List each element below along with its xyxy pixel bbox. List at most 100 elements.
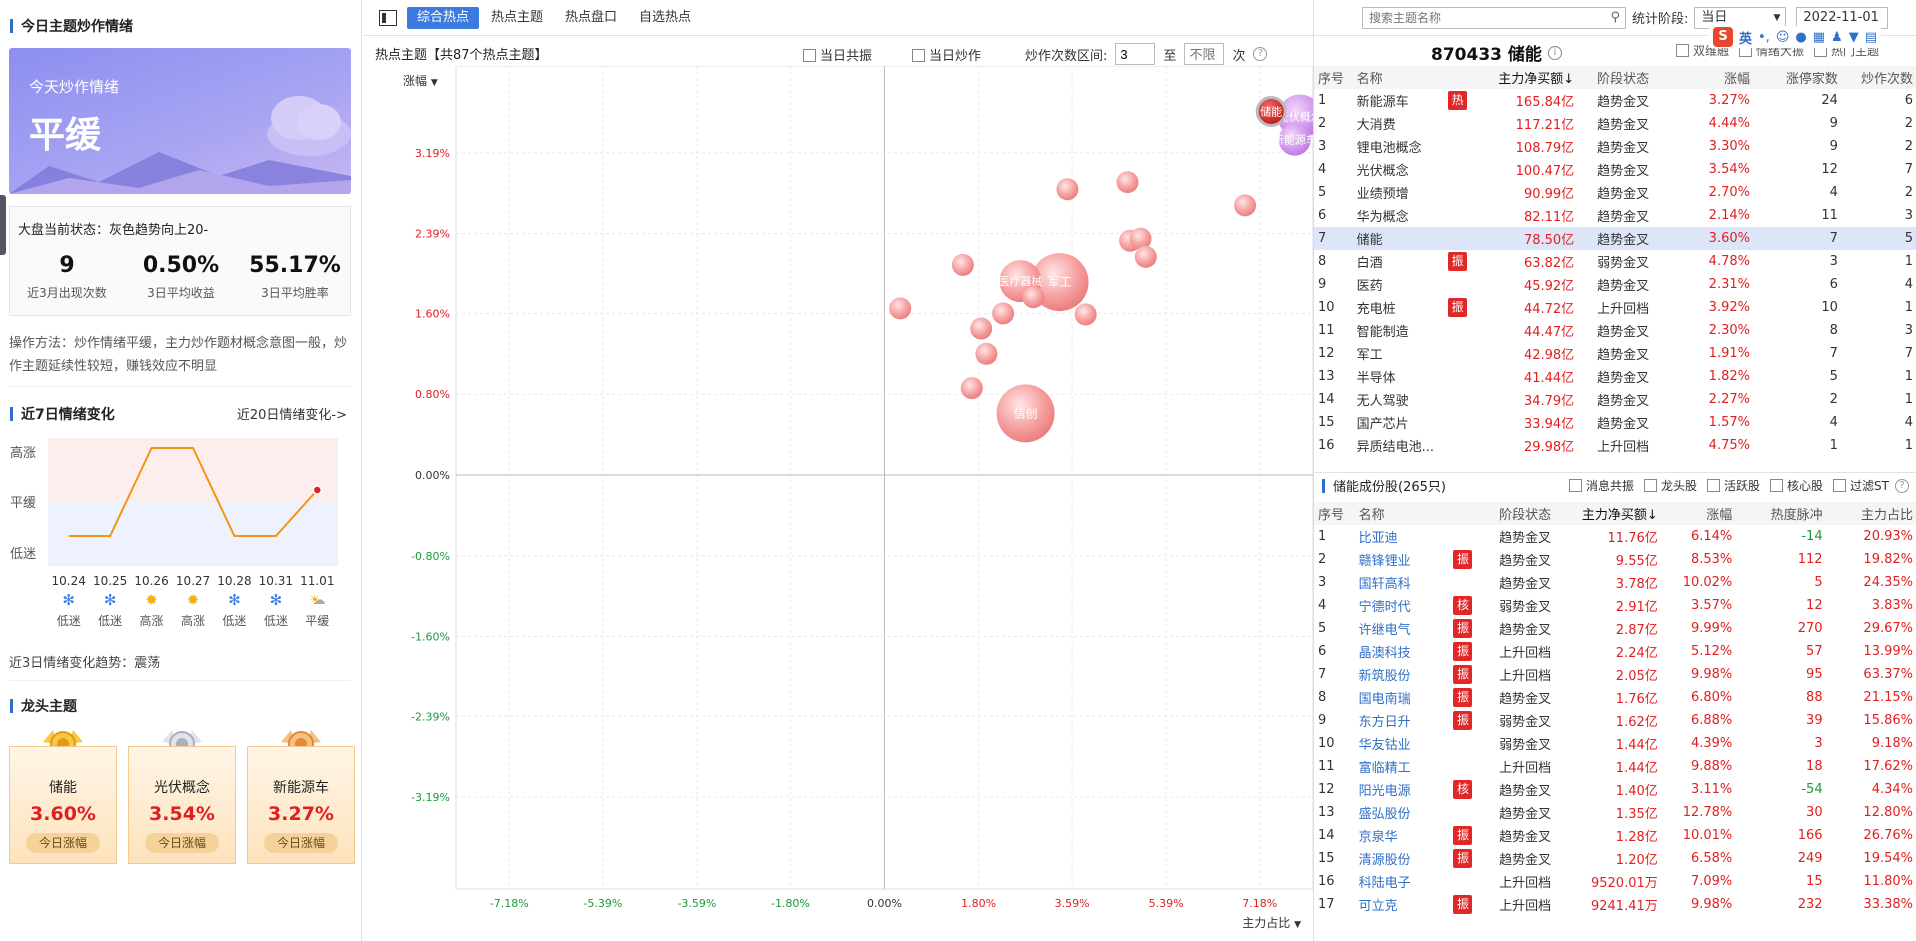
row-name[interactable]: 充电桩: [1353, 296, 1445, 319]
row-name[interactable]: 储能: [1353, 227, 1445, 250]
row-stock-name[interactable]: 许继电气: [1355, 617, 1450, 640]
hype-checkbox[interactable]: [912, 48, 926, 62]
col-limit-up[interactable]: 涨停家数: [1754, 66, 1842, 89]
bubble-circle[interactable]: [960, 377, 983, 400]
row-name[interactable]: 锂电池概念: [1353, 135, 1445, 158]
row-stock-name[interactable]: 国轩高科: [1355, 571, 1450, 594]
table-row[interactable]: 8 白酒振 63.82亿 弱势金叉 4.78% 3 1: [1314, 250, 1916, 273]
help-icon[interactable]: ?: [1253, 47, 1268, 61]
search-box[interactable]: ⚲: [1362, 6, 1626, 29]
row-name[interactable]: 业绩预增: [1353, 181, 1445, 204]
col-pct[interactable]: 涨幅: [1662, 502, 1737, 525]
table-row[interactable]: 10 华友钴业 弱势金叉 1.44亿 4.39% 3 9.18%: [1314, 732, 1916, 755]
leader-pct-button[interactable]: 今日涨幅: [264, 833, 338, 853]
bubble-circle[interactable]: [951, 253, 974, 276]
info-icon[interactable]: i: [1547, 45, 1562, 60]
bubble-信创[interactable]: 信创: [996, 384, 1055, 443]
row-stock-name[interactable]: 赣锋锂业: [1355, 548, 1450, 571]
ime-lang-icon[interactable]: 英: [1739, 28, 1752, 47]
stock-filter-checkbox[interactable]: [1644, 479, 1657, 492]
row-name[interactable]: 国产芯片: [1353, 411, 1445, 434]
bubble-topic[interactable]: [975, 342, 998, 365]
table-row[interactable]: 2 赣锋锂业振 趋势金叉 9.55亿 8.53% 112 19.82%: [1314, 548, 1916, 571]
row-stock-name[interactable]: 国电南瑞: [1355, 686, 1450, 709]
table-row[interactable]: 14 京泉华振 趋势金叉 1.28亿 10.01% 166 26.76%: [1314, 824, 1916, 847]
tab-0[interactable]: 综合热点: [407, 6, 480, 29]
table-row[interactable]: 11 富临精工 上升回档 1.44亿 9.88% 18 17.62%: [1314, 755, 1916, 778]
stock-filter-checkbox[interactable]: [1707, 479, 1721, 492]
side-drawer-handle[interactable]: [0, 195, 6, 255]
row-name[interactable]: 智能制造: [1353, 319, 1445, 342]
stock-filter-3[interactable]: 核心股: [1770, 477, 1823, 494]
row-name[interactable]: 光伏概念: [1353, 158, 1445, 181]
tab-1[interactable]: 热点主题: [481, 7, 553, 29]
col-net-buy[interactable]: 主力净买额↓: [1487, 66, 1578, 89]
stock-filter-checkbox[interactable]: [1568, 479, 1582, 492]
table-row[interactable]: 16 科陆电子 上升回档 9520.01万 7.09% 15 11.80%: [1314, 870, 1916, 893]
col-heat[interactable]: 热度脉冲: [1736, 502, 1826, 525]
bubble-topic[interactable]: [1056, 178, 1079, 201]
row-stock-name[interactable]: 华友钴业: [1355, 732, 1450, 755]
resonance-checkbox[interactable]: [803, 48, 816, 62]
row-stock-name[interactable]: 晶澳科技: [1355, 640, 1450, 663]
bubble-circle[interactable]: [1234, 194, 1257, 217]
col-no[interactable]: 序号: [1314, 66, 1353, 89]
table-row[interactable]: 4 光伏概念 100.47亿 趋势金叉 3.54% 12 7: [1314, 158, 1916, 181]
table-row[interactable]: 7 新筑股份振 上升回档 2.05亿 9.98% 95 63.37%: [1314, 663, 1916, 686]
bubble-topic[interactable]: [1134, 245, 1157, 268]
row-name[interactable]: 华为概念: [1353, 204, 1445, 227]
table-row[interactable]: 13 盛弘股份 趋势金叉 1.35亿 12.78% 30 12.80%: [1314, 801, 1916, 824]
bubble-topic[interactable]: [1116, 171, 1139, 194]
help-icon[interactable]: ?: [1895, 478, 1909, 493]
bubble-circle[interactable]: [1116, 171, 1139, 194]
stock-filter-checkbox[interactable]: [1833, 479, 1847, 492]
row-stock-name[interactable]: 可立克: [1355, 893, 1450, 916]
row-stock-name[interactable]: 盛弘股份: [1355, 801, 1450, 824]
panel-toggle-icon[interactable]: [379, 9, 397, 26]
row-stock-name[interactable]: 宁德时代: [1355, 594, 1450, 617]
twenty-day-link[interactable]: 近20日情绪变化->: [237, 404, 347, 423]
stock-filter-4[interactable]: 过滤ST: [1833, 477, 1889, 494]
bubble-topic[interactable]: [1234, 194, 1257, 217]
bubble-circle[interactable]: [889, 297, 912, 320]
row-stock-name[interactable]: 富临精工: [1355, 755, 1450, 778]
row-stock-name[interactable]: 比亚迪: [1355, 525, 1450, 548]
bubble-topic[interactable]: [889, 297, 912, 320]
table-row[interactable]: 10 充电桩振 44.72亿 上升回档 3.92% 10 1: [1314, 296, 1916, 319]
stock-filter-0[interactable]: 消息共振: [1568, 477, 1634, 494]
topic-search-input[interactable]: [1362, 6, 1626, 29]
row-stock-name[interactable]: 科陆电子: [1355, 870, 1450, 893]
ime-menu-icon[interactable]: ▤: [1865, 30, 1877, 45]
row-stock-name[interactable]: 阳光电源: [1355, 778, 1450, 801]
row-name[interactable]: 军工: [1353, 342, 1445, 365]
row-name[interactable]: 半导体: [1353, 365, 1445, 388]
row-stock-name[interactable]: 东方日升: [1355, 709, 1450, 732]
table-row[interactable]: 6 华为概念 82.11亿 趋势金叉 2.14% 11 3: [1314, 204, 1916, 227]
table-row[interactable]: 9 医药 45.92亿 趋势金叉 2.31% 6 4: [1314, 273, 1916, 296]
table-row[interactable]: 9 东方日升振 弱势金叉 1.62亿 6.88% 39 15.86%: [1314, 709, 1916, 732]
leader-card[interactable]: 新能源车 3.27% 今日涨幅: [247, 726, 355, 864]
range-from-input[interactable]: [1115, 43, 1156, 65]
bubble-topic[interactable]: [1022, 286, 1045, 309]
bubble-circle[interactable]: [992, 302, 1015, 325]
leader-card[interactable]: 光伏概念 3.54% 今日涨幅: [128, 726, 236, 864]
ime-mic-icon[interactable]: ●: [1795, 30, 1806, 45]
table-row[interactable]: 1 新能源车热 165.84亿 趋势金叉 3.27% 24 6: [1314, 89, 1916, 112]
table-row[interactable]: 2 大消费 117.21亿 趋势金叉 4.44% 9 2: [1314, 112, 1916, 135]
row-name[interactable]: 无人驾驶: [1353, 388, 1445, 411]
col-stage[interactable]: 阶段状态: [1483, 502, 1567, 525]
row-stock-name[interactable]: 新筑股份: [1355, 663, 1450, 686]
ime-punct-icon[interactable]: •,: [1758, 30, 1770, 45]
table-row[interactable]: 14 无人驾驶 34.79亿 趋势金叉 2.27% 2 1: [1314, 388, 1916, 411]
ime-toolbar[interactable]: S 英 •, ☺ ● ▦ ♟ ▼ ▤: [1709, 26, 1881, 48]
table-row[interactable]: 17 可立克振 上升回档 9241.41万 9.98% 232 33.38%: [1314, 893, 1916, 916]
bubble-topic[interactable]: [1074, 303, 1097, 326]
bubble-topic[interactable]: [970, 317, 993, 340]
row-name[interactable]: 大消费: [1353, 112, 1445, 135]
col-pct[interactable]: 涨幅: [1668, 66, 1754, 89]
table-row[interactable]: 15 国产芯片 33.94亿 趋势金叉 1.57% 4 4: [1314, 411, 1916, 434]
row-name[interactable]: 异质结电池...: [1353, 434, 1445, 457]
col-main-ratio[interactable]: 主力占比: [1827, 502, 1916, 525]
table-row[interactable]: 8 国电南瑞振 趋势金叉 1.76亿 6.80% 88 21.15%: [1314, 686, 1916, 709]
row-stock-name[interactable]: 清源股份: [1355, 847, 1450, 870]
